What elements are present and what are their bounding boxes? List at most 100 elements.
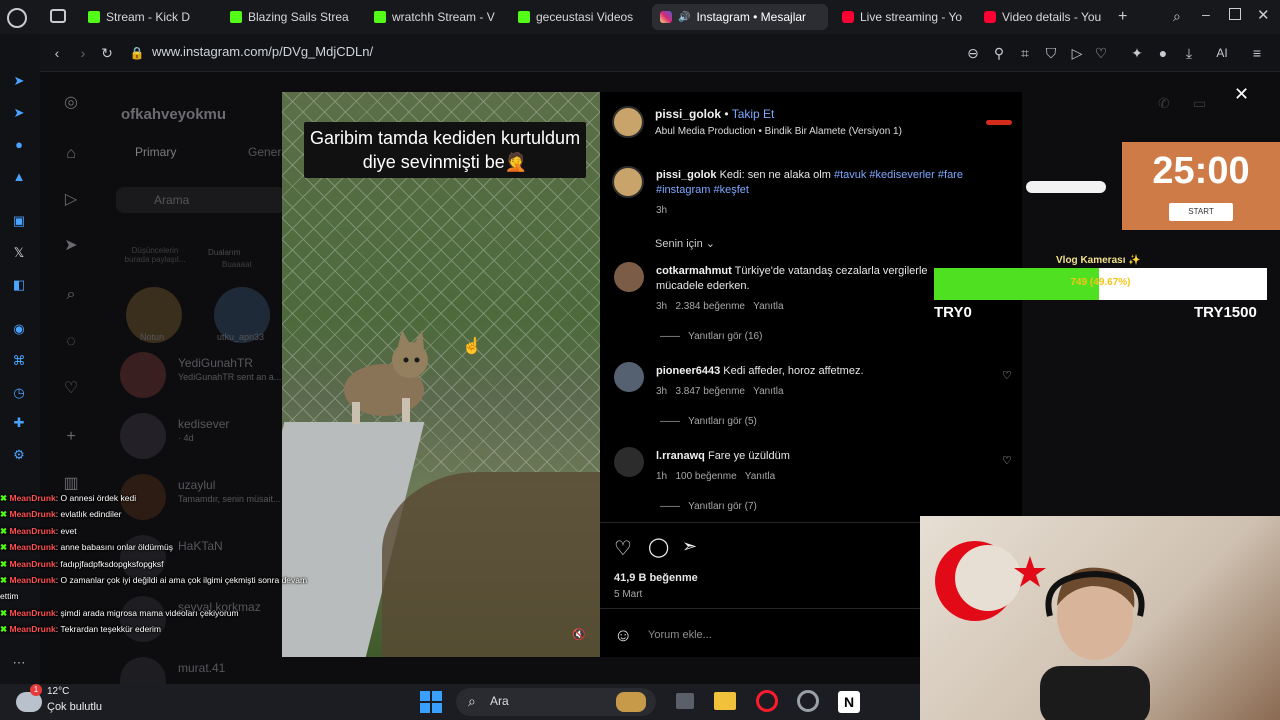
history-icon[interactable]: ◷	[10, 384, 28, 402]
tab-instagram-messages[interactable]: 🔊 Instagram • Mesajlar	[652, 4, 828, 30]
view-replies-button[interactable]: —— Yanıtları gör (5)	[660, 416, 757, 427]
windows-start-icon[interactable]	[420, 691, 442, 713]
speaker-icon[interactable]: 🔊	[678, 12, 690, 23]
likes-count[interactable]: 41,9 B beğenme	[614, 572, 698, 584]
heart-bookmark-icon[interactable]: ♡	[1092, 44, 1110, 62]
conversation-item[interactable]: kedisever · 4d	[120, 413, 290, 459]
zoom-icon[interactable]: ⊖	[964, 44, 982, 62]
like-heart-icon[interactable]: ♡	[614, 536, 632, 561]
comment-bubble-icon[interactable]: ◯	[648, 536, 669, 559]
back-icon[interactable]: ‹	[48, 44, 66, 62]
close-window-icon[interactable]: ✕	[1257, 6, 1270, 24]
create-icon[interactable]: +	[60, 426, 82, 448]
minimize-icon[interactable]: –	[1202, 6, 1210, 22]
view-replies-button[interactable]: —— Yanıtları gör (16)	[660, 331, 762, 342]
extension-icon[interactable]: ▲	[10, 168, 28, 186]
new-tab-icon[interactable]: +	[1118, 8, 1127, 26]
weather-temperature[interactable]: 12°C	[47, 686, 69, 697]
pin-icon[interactable]: ➤	[10, 104, 28, 122]
timer-start-button[interactable]: START	[1169, 203, 1233, 221]
file-explorer-icon[interactable]	[714, 692, 736, 710]
download-icon[interactable]: ⤓	[1180, 44, 1198, 62]
player-icon[interactable]: ◉	[10, 320, 28, 338]
maximize-icon[interactable]	[1229, 8, 1241, 20]
avatar[interactable]	[614, 447, 644, 477]
avatar[interactable]	[612, 166, 644, 198]
home-icon[interactable]: ⌂	[60, 143, 82, 165]
ai-button[interactable]: AI	[1206, 44, 1238, 62]
explore-icon[interactable]: ◌	[60, 331, 82, 353]
author-username[interactable]: pissi_golok	[655, 107, 721, 121]
reload-icon[interactable]: ↻	[98, 44, 116, 62]
like-comment-heart-icon[interactable]: ♡	[1002, 454, 1012, 467]
browser-tab-bar: Stream - Kick D Blazing Sails Strea wrat…	[0, 0, 1280, 34]
more-icon[interactable]: ⋯	[10, 654, 28, 672]
chat-message: ✖ MeanDrunk: O annesi ördek kedi	[0, 493, 137, 503]
menu-icon[interactable]: ≡	[1248, 44, 1266, 62]
url-field[interactable]: www.instagram.com/p/DVg_MdjCDLn/	[152, 44, 373, 59]
search-icon[interactable]: ⌕	[60, 284, 82, 306]
conversation-item[interactable]: YediGunahTR YediGunahTR sent an a...	[120, 352, 290, 398]
tab-general[interactable]: Gener	[248, 145, 281, 159]
view-replies-button[interactable]: —— Yanıtları gör (7)	[660, 501, 757, 512]
forward-icon[interactable]: ›	[74, 44, 92, 62]
tab-primary[interactable]: Primary	[135, 145, 176, 159]
extensions-puzzle-icon[interactable]: ✦	[1128, 44, 1146, 62]
comment-input[interactable]: Yorum ekle...	[648, 629, 712, 641]
avatar[interactable]	[614, 362, 644, 392]
profile-icon[interactable]: ●	[1154, 44, 1172, 62]
pin-page-icon[interactable]: ⚲	[990, 44, 1008, 62]
dm-search-input[interactable]: Arama	[116, 187, 286, 213]
obs-icon[interactable]	[797, 690, 819, 712]
for-you-dropdown[interactable]: Senin için ⌄	[655, 237, 715, 250]
notifications-heart-icon[interactable]: ♡	[60, 378, 82, 400]
notion-icon[interactable]: N	[838, 691, 860, 713]
share-icon[interactable]: ➣	[682, 536, 697, 557]
emoji-icon[interactable]: ☺	[614, 625, 632, 646]
translate-icon[interactable]: ◧	[10, 276, 28, 294]
avatar[interactable]	[612, 106, 644, 138]
messages-icon[interactable]: ➤	[60, 235, 82, 257]
more-options-icon[interactable]	[986, 120, 1012, 125]
call-icon[interactable]: ✆	[1158, 95, 1170, 112]
tab-live-streaming[interactable]: Live streaming - Yo	[834, 4, 972, 30]
avatar[interactable]	[614, 262, 644, 292]
chat-message: ✖ MeanDrunk: anne babasını onlar öldürmü…	[0, 542, 173, 553]
x-icon[interactable]: 𝕏	[10, 244, 28, 262]
follow-button[interactable]: Takip Et	[732, 107, 775, 121]
twitch-icon[interactable]: ▣	[10, 212, 28, 230]
snapshot-icon[interactable]: ⌗	[1016, 44, 1034, 62]
chat-message: ✖ MeanDrunk: evlatlık edindiler	[0, 509, 122, 520]
tab-video-details[interactable]: Video details - You	[976, 4, 1110, 30]
gamepad-icon[interactable]: ●	[10, 136, 28, 154]
instagram-logo-icon[interactable]: ◎	[60, 92, 82, 114]
close-modal-icon[interactable]: ✕	[1234, 84, 1249, 105]
taskbar-search-input[interactable]: ⌕ Ara	[456, 688, 656, 716]
like-comment-heart-icon[interactable]: ♡	[1002, 369, 1012, 382]
mute-icon[interactable]: 🔇	[572, 628, 586, 641]
weather-description[interactable]: Çok bulutlu	[47, 701, 102, 713]
video-call-icon[interactable]: ▭	[1193, 95, 1206, 112]
pin-icon[interactable]: ➤	[10, 72, 28, 90]
send-icon[interactable]: ▷	[1068, 44, 1086, 62]
task-view-icon[interactable]	[676, 693, 694, 709]
story-label: utku_apn33	[217, 332, 265, 342]
tab-island-icon[interactable]	[50, 9, 66, 23]
tab-geceustasi[interactable]: geceustasi Videos	[510, 4, 646, 30]
shield-icon[interactable]: ⛉	[1042, 44, 1060, 62]
dm-username[interactable]: ofkahveyokmu	[121, 106, 226, 123]
pinboard-icon[interactable]: ⌘	[10, 352, 28, 370]
tab-kick-stream[interactable]: Stream - Kick D	[80, 4, 212, 30]
search-tabs-icon[interactable]: ⌕	[1173, 8, 1181, 25]
opera-gx-icon[interactable]	[756, 690, 778, 712]
extensions-icon[interactable]: ✚	[10, 414, 28, 432]
opera-logo-icon[interactable]	[7, 8, 27, 28]
chevron-down-icon: ⌄	[705, 238, 715, 250]
audio-label[interactable]: Abul Media Production • Bindik Bir Alame…	[655, 126, 902, 137]
tab-blazing-sails[interactable]: Blazing Sails Strea	[222, 4, 358, 30]
tab-wratchh[interactable]: wratchh Stream - V	[366, 4, 502, 30]
post-caption: pissi_golok Kedi: sen ne alaka olm #tavu…	[656, 169, 963, 196]
mini-player-control[interactable]	[1026, 181, 1106, 193]
reels-icon[interactable]: ▷	[60, 189, 82, 211]
settings-icon[interactable]: ⚙	[10, 446, 28, 464]
